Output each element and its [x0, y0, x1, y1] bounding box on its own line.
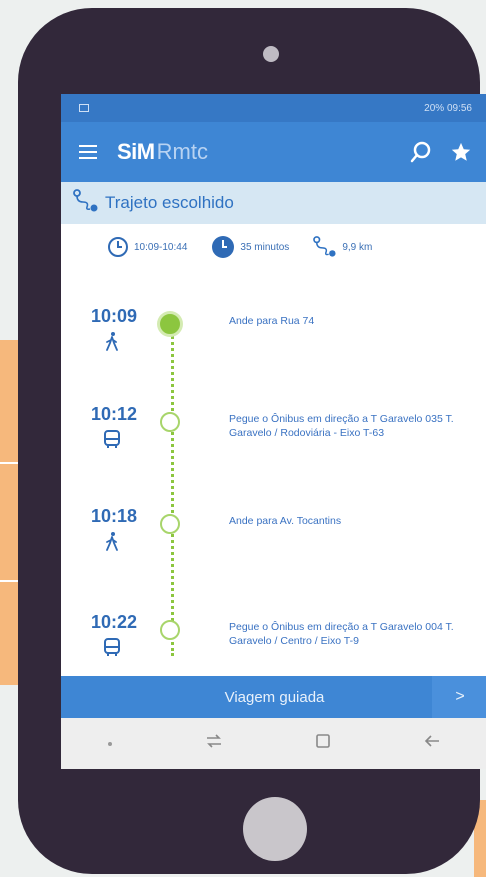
- step-time: 10:12: [91, 404, 138, 424]
- phone-frame: 20% 09:56 SiM Rmtc Trajeto escolhido 10:…: [18, 8, 486, 874]
- timeline-connector: [171, 331, 174, 656]
- time-range-item: 10:09-10:44: [107, 236, 187, 258]
- clock-outline-icon: [108, 237, 128, 257]
- status-bar: 20% 09:56: [61, 94, 486, 122]
- walk-icon: [101, 530, 123, 552]
- distance-item: 9,9 km: [313, 236, 372, 258]
- android-nav-bar: [61, 718, 486, 769]
- step-description: Pegue o Ônibus em direção a T Garavelo 0…: [229, 621, 454, 647]
- step-dot: [160, 620, 180, 640]
- route-header: Trajeto escolhido: [61, 182, 486, 224]
- hamburger-menu-icon[interactable]: [79, 145, 97, 159]
- time-range: 10:09-10:44: [134, 241, 188, 253]
- route-distance-icon: [313, 236, 336, 257]
- back-arrow-icon[interactable]: [423, 734, 441, 753]
- step-time: 10:22: [91, 612, 138, 632]
- walk-icon: [101, 330, 123, 352]
- next-arrow-button[interactable]: >: [432, 676, 486, 718]
- step-description: Ande para Av. Tocantins: [229, 515, 342, 527]
- nav-dot-icon: [107, 741, 112, 746]
- step-description: Pegue o Ônibus em direção a T Garavelo 0…: [229, 413, 454, 439]
- step-time: 10:18: [91, 506, 138, 526]
- search-icon[interactable]: [406, 137, 436, 167]
- step-time: 10:09: [91, 306, 138, 326]
- guided-trip-label: Viagem guiada: [224, 688, 325, 706]
- route-step[interactable]: 10:18 Ande para Av. Tocantins: [61, 506, 486, 566]
- app-brand-suffix: Rmtc: [156, 139, 208, 164]
- home-square-icon[interactable]: [316, 734, 330, 753]
- route-summary: 10:09-10:44 35 minutos 9,9 km: [61, 224, 486, 270]
- bus-icon: [101, 428, 123, 450]
- duration: 35 minutos: [240, 241, 290, 253]
- step-dot: [160, 514, 180, 534]
- distance: 9,9 km: [342, 241, 373, 253]
- step-dot: [160, 412, 180, 432]
- route-timeline: 10:09 Ande para Rua 74 10:12 Pegue o Ôni…: [61, 306, 486, 676]
- app-bar: SiM Rmtc: [61, 122, 486, 182]
- decorative-line: [0, 580, 20, 582]
- bus-icon: [101, 636, 123, 658]
- phone-home-button[interactable]: [243, 797, 307, 861]
- recent-apps-icon[interactable]: [205, 734, 223, 753]
- decorative-line: [0, 462, 20, 464]
- clock-filled-icon: [212, 236, 235, 258]
- phone-camera: [263, 46, 279, 62]
- step-description: Ande para Rua 74: [229, 315, 315, 327]
- route-step[interactable]: 10:09 Ande para Rua 74: [61, 306, 486, 366]
- status-bar-text: 20% 09:56: [424, 102, 472, 114]
- step-dot-active: [160, 314, 180, 334]
- route-icon: [73, 188, 99, 218]
- app-brand: SiM: [117, 139, 155, 164]
- notification-icon: [79, 104, 89, 112]
- phone-screen: 20% 09:56 SiM Rmtc Trajeto escolhido 10:…: [61, 94, 486, 769]
- guided-trip-bar[interactable]: Viagem guiada >: [61, 676, 486, 718]
- route-step[interactable]: 10:12 Pegue o Ônibus em direção a T Gara…: [61, 404, 486, 464]
- route-step[interactable]: 10:22 Pegue o Ônibus em direção a T Gara…: [61, 612, 486, 672]
- favorite-star-icon[interactable]: [446, 137, 476, 167]
- duration-item: 35 minutos: [211, 235, 289, 259]
- route-header-title: Trajeto escolhido: [105, 193, 234, 212]
